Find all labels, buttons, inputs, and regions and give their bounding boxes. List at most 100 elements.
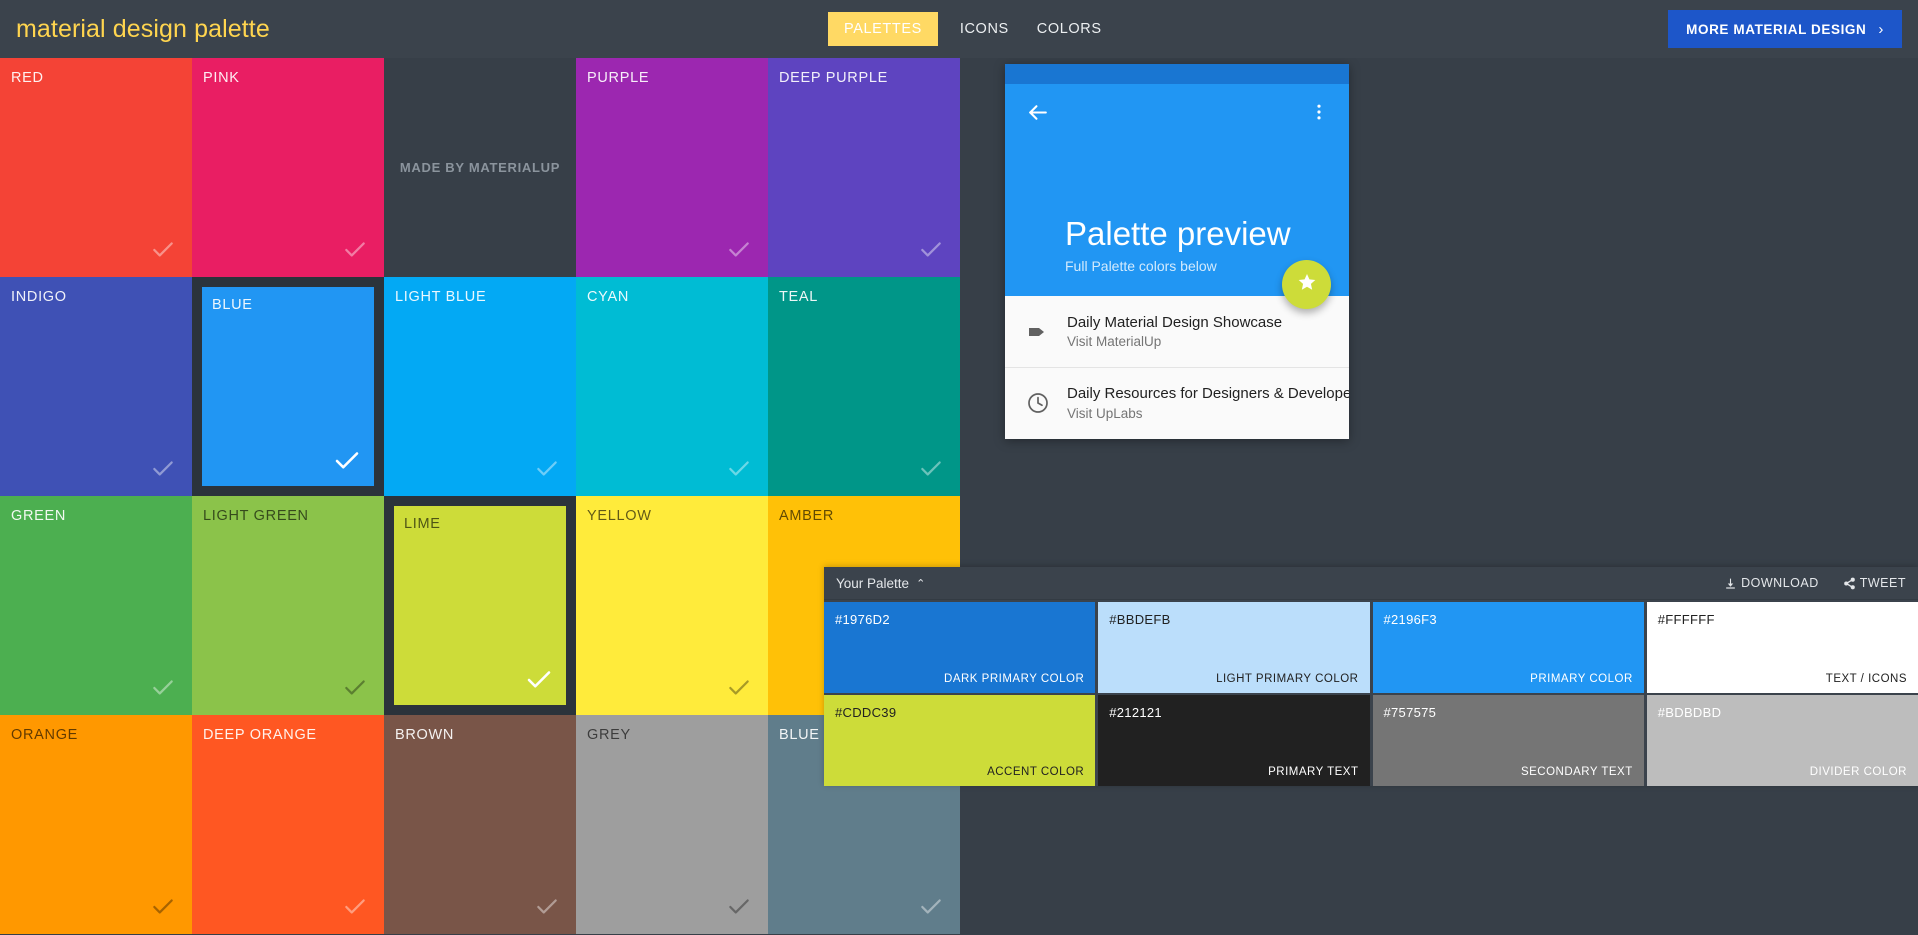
top-header: material design palette PALETTES ICONS C… (0, 0, 1918, 58)
swatch-light-primary-color[interactable]: #BBDEFBLIGHT PRIMARY COLOR (1098, 602, 1369, 693)
palette-tile-orange[interactable]: ORANGE (0, 715, 192, 934)
swatch-accent-color[interactable]: #CDDC39ACCENT COLOR (824, 695, 1095, 786)
tweet-button[interactable]: TWEET (1843, 576, 1906, 590)
check-icon (726, 675, 752, 701)
made-by-materialup-tile: MADE BY MATERIALUP (384, 58, 576, 277)
palette-tile-yellow[interactable]: YELLOW (576, 496, 768, 715)
swatch-hex: #2196F3 (1384, 612, 1633, 627)
palette-grid: RED PINK MADE BY MATERIALUP PURPLE DEEP PURP… (0, 58, 960, 935)
preview-list: Daily Material Design Showcase Visit Mat… (1005, 296, 1349, 438)
palette-tile-label: PURPLE (587, 70, 649, 86)
app-root: material design palette PALETTES ICONS C… (0, 0, 1918, 935)
brand-title: material design palette (16, 15, 270, 44)
check-icon (726, 237, 752, 263)
list-item-primary: Daily Resources for Designers & Develope… (1067, 385, 1349, 402)
list-item-primary: Daily Material Design Showcase (1067, 314, 1282, 331)
preview-subtitle: Full Palette colors below (1065, 258, 1291, 274)
preview-stage: Palette preview Full Palette colors belo… (960, 58, 1918, 935)
more-vert-icon[interactable] (1309, 102, 1329, 122)
palette-tile-lime[interactable]: LIME (384, 496, 576, 715)
swatch-primary-color[interactable]: #2196F3 PRIMARY COLOR (1373, 602, 1644, 693)
palette-tile-deep-purple[interactable]: DEEP PURPLE (768, 58, 960, 277)
palette-tile-label: BLUE (212, 297, 253, 313)
check-icon (524, 665, 554, 695)
swatch-secondary-text[interactable]: #757575 SECONDARY TEXT (1373, 695, 1644, 786)
your-palette-panel: Your Palette ⌃ DOWNLOAD (824, 567, 1918, 786)
palette-tile-light-blue[interactable]: LIGHT BLUE (384, 277, 576, 496)
palette-tile-green[interactable]: GREEN (0, 496, 192, 715)
palette-tile-indigo[interactable]: INDIGO (0, 277, 192, 496)
floating-action-button[interactable] (1282, 260, 1331, 309)
palette-tile-teal[interactable]: TEAL (768, 277, 960, 496)
palette-tile-grey[interactable]: GREY (576, 715, 768, 934)
swatch-hex: #BDBDBD (1658, 705, 1907, 720)
list-item-text: Daily Material Design Showcase Visit Mat… (1067, 314, 1282, 350)
palette-tile-label: PINK (203, 70, 240, 86)
check-icon (918, 237, 944, 263)
palette-tile-light-green[interactable]: LIGHT GREEN (192, 496, 384, 715)
swatch-role: TEXT / ICONS (1826, 673, 1907, 685)
more-material-design-button[interactable]: MORE MATERIAL DESIGN › (1668, 10, 1902, 48)
palette-preview-card: Palette preview Full Palette colors belo… (1005, 64, 1349, 439)
tag-icon (1026, 320, 1050, 344)
main-nav: PALETTES ICONS COLORS (828, 12, 1116, 46)
palette-tile-label: AMBER (779, 508, 834, 524)
arrow-back-icon[interactable] (1025, 100, 1050, 125)
swatch-grid: #1976D2DARK PRIMARY COLOR#BBDEFBLIGHT PR… (824, 600, 1918, 786)
swatch-hex: #CDDC39 (835, 705, 1084, 720)
palette-tile-label: RED (11, 70, 44, 86)
check-icon (918, 894, 944, 920)
swatch-role: LIGHT PRIMARY COLOR (1216, 673, 1358, 685)
download-label: DOWNLOAD (1741, 576, 1819, 590)
check-icon (150, 894, 176, 920)
check-icon (726, 456, 752, 482)
check-icon (342, 675, 368, 701)
swatch-role: PRIMARY COLOR (1530, 673, 1633, 685)
check-icon (918, 456, 944, 482)
palette-tile-label: GREEN (11, 508, 66, 524)
preview-statusbar (1005, 64, 1349, 84)
swatch-divider-color[interactable]: #BDBDBDDIVIDER COLOR (1647, 695, 1918, 786)
palette-tile-deep-orange[interactable]: DEEP ORANGE (192, 715, 384, 934)
chevron-right-icon: › (1878, 21, 1884, 38)
list-item-secondary: Visit UpLabs (1067, 406, 1349, 421)
nav-item-icons[interactable]: ICONS (946, 13, 1023, 45)
share-icon (1843, 577, 1856, 590)
nav-item-colors[interactable]: COLORS (1023, 13, 1116, 45)
more-material-design-label: MORE MATERIAL DESIGN (1686, 22, 1866, 37)
palette-tile-pink[interactable]: PINK (192, 58, 384, 277)
nav-item-palettes[interactable]: PALETTES (828, 12, 938, 46)
download-icon (1724, 577, 1737, 590)
palette-tile-label: DEEP ORANGE (203, 727, 317, 743)
palette-tile-purple[interactable]: PURPLE (576, 58, 768, 277)
your-palette-toggle[interactable]: Your Palette ⌃ (836, 576, 925, 591)
swatch-role: SECONDARY TEXT (1521, 766, 1633, 778)
palette-tile-label: YELLOW (587, 508, 652, 524)
swatch-text-icons[interactable]: #FFFFFFTEXT / ICONS (1647, 602, 1918, 693)
palette-tile-label: LIGHT BLUE (395, 289, 486, 305)
star-icon (1297, 272, 1317, 297)
check-icon (150, 456, 176, 482)
palette-tile-label: TEAL (779, 289, 818, 305)
download-button[interactable]: DOWNLOAD (1724, 576, 1819, 590)
palette-tile-blue[interactable]: BLUE (192, 277, 384, 496)
check-icon (332, 446, 362, 476)
preview-title: Palette preview (1065, 216, 1291, 252)
swatch-primary-text[interactable]: #212121PRIMARY TEXT (1098, 695, 1369, 786)
palette-tile-brown[interactable]: BROWN (384, 715, 576, 934)
swatch-hex: #212121 (1109, 705, 1358, 720)
list-item[interactable]: Daily Resources for Designers & Develope… (1005, 367, 1349, 438)
palette-tile-red[interactable]: RED (0, 58, 192, 277)
palette-tile-label: LIME (404, 516, 441, 532)
preview-titles: Palette preview Full Palette colors belo… (1065, 216, 1291, 274)
palette-tile-label: GREY (587, 727, 631, 743)
swatch-dark-primary-color[interactable]: #1976D2DARK PRIMARY COLOR (824, 602, 1095, 693)
chevron-up-icon: ⌃ (916, 577, 925, 590)
palette-tile-label: LIGHT GREEN (203, 508, 309, 524)
palette-tile-label: DEEP PURPLE (779, 70, 888, 86)
swatch-hex: #1976D2 (835, 612, 1084, 627)
swatch-hex: #757575 (1384, 705, 1633, 720)
made-by-materialup-label: MADE BY MATERIALUP (400, 160, 560, 175)
your-palette-actions: DOWNLOAD TWEET (1724, 576, 1906, 590)
palette-tile-cyan[interactable]: CYAN (576, 277, 768, 496)
